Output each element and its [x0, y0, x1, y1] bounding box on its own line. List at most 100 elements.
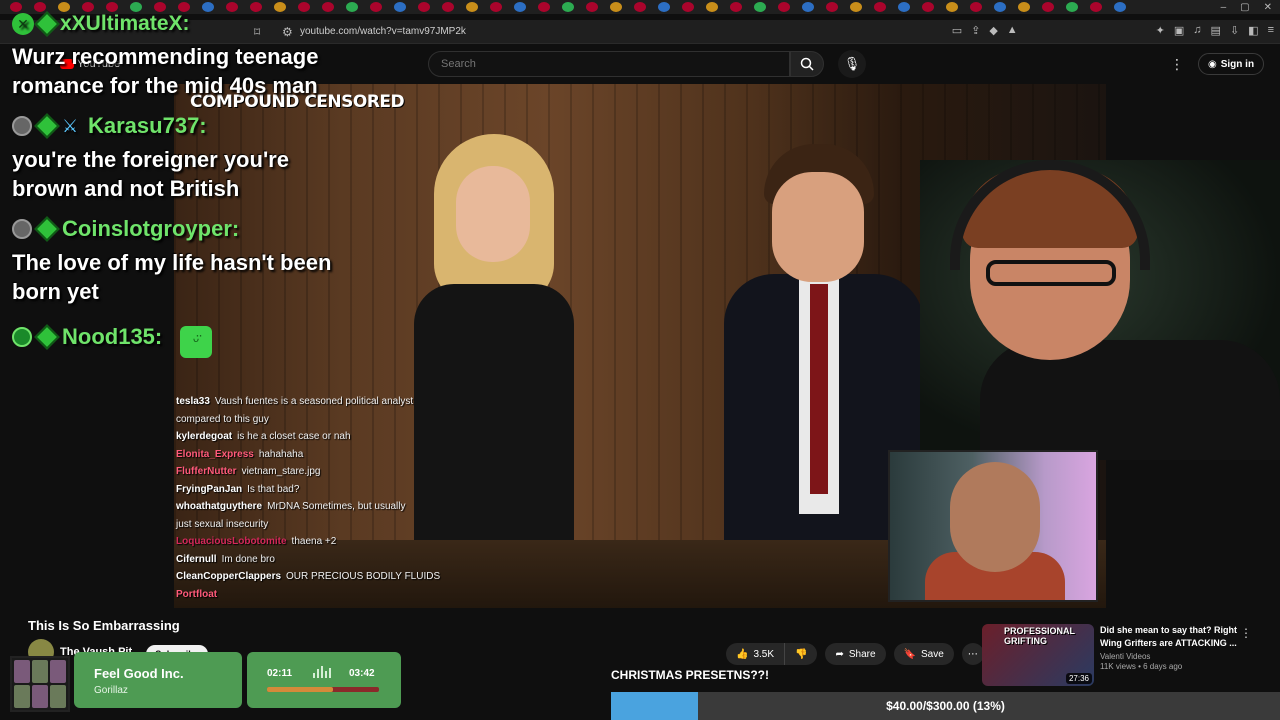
- tab[interactable]: [562, 2, 574, 12]
- tab[interactable]: [826, 2, 838, 12]
- tab[interactable]: [514, 2, 526, 12]
- tab[interactable]: [610, 2, 622, 12]
- music-icon[interactable]: ♫: [1193, 24, 1201, 37]
- tab[interactable]: [778, 2, 790, 12]
- tab[interactable]: [490, 2, 502, 12]
- dislike-button[interactable]: 👎: [784, 643, 818, 665]
- tab[interactable]: [802, 2, 814, 12]
- share-label: Share: [848, 648, 876, 660]
- tab[interactable]: [946, 2, 958, 12]
- tab[interactable]: [466, 2, 478, 12]
- small-chat-line: FlufferNutter vietnam_stare.jpg: [176, 466, 321, 477]
- tab[interactable]: [226, 2, 238, 12]
- shield-icon[interactable]: ◆: [989, 24, 997, 37]
- tab[interactable]: [34, 2, 46, 12]
- small-chat-line: Elonita_Express hahahaha: [176, 449, 303, 460]
- small-chat-username: CleanCopperClappers: [176, 571, 282, 582]
- tab[interactable]: [1042, 2, 1054, 12]
- tab[interactable]: [874, 2, 886, 12]
- wallet-icon[interactable]: ◧: [1248, 24, 1258, 37]
- chat-user-name: Coinslotgroyper:: [62, 216, 240, 241]
- url-field[interactable]: youtube.com/watch?v=tamv97JMP2k: [300, 26, 466, 37]
- small-chat-text: OUR PRECIOUS BODILY FLUIDS: [286, 571, 441, 582]
- menu-icon[interactable]: ≡: [1268, 24, 1274, 37]
- small-chat-username: FlufferNutter: [176, 466, 237, 477]
- tab[interactable]: [130, 2, 142, 12]
- tab[interactable]: [1066, 2, 1078, 12]
- maximize-button[interactable]: ▢: [1240, 2, 1249, 13]
- tab[interactable]: [202, 2, 214, 12]
- search-input[interactable]: [429, 52, 789, 76]
- tab[interactable]: [898, 2, 910, 12]
- sign-in-button[interactable]: ◉ Sign in: [1198, 53, 1265, 75]
- tab[interactable]: [706, 2, 718, 12]
- share-button[interactable]: ➦ Share: [825, 643, 886, 665]
- small-chat-line: tesla33 Vaush fuentes is a seasoned polit…: [176, 396, 413, 407]
- tab[interactable]: [658, 2, 670, 12]
- recommendation-title[interactable]: Did she mean to say that? Right Wing Gri…: [1100, 624, 1240, 650]
- tab[interactable]: [1114, 2, 1126, 12]
- tab[interactable]: [730, 2, 742, 12]
- small-chat-text: MrDNA Sometimes, but usually: [267, 501, 406, 512]
- voice-search-button[interactable]: 🎙: [838, 50, 866, 78]
- tab[interactable]: [970, 2, 982, 12]
- tab[interactable]: [370, 2, 382, 12]
- share-icon[interactable]: ⇪: [971, 24, 980, 37]
- tab[interactable]: [178, 2, 190, 12]
- sidebar-icon[interactable]: ▤: [1211, 24, 1221, 37]
- tab[interactable]: [322, 2, 334, 12]
- like-button[interactable]: 👍 3.5K: [726, 643, 785, 665]
- tab[interactable]: [10, 2, 22, 12]
- tab[interactable]: [298, 2, 310, 12]
- tab[interactable]: [634, 2, 646, 12]
- recommendation-thumbnail[interactable]: PROFESSIONAL GRIFTING 27:36: [982, 624, 1094, 686]
- video-title: This Is So Embarrassing: [28, 618, 180, 633]
- tab[interactable]: [754, 2, 766, 12]
- tab[interactable]: [1090, 2, 1102, 12]
- recommendation-channel[interactable]: Valenti Videos: [1100, 652, 1240, 661]
- extensions-icon[interactable]: ✦: [1156, 24, 1165, 37]
- recommendation-menu-button[interactable]: ⋮: [1240, 626, 1252, 640]
- heart-badge-icon: [12, 327, 32, 347]
- bookmark-icon[interactable]: ⌑: [254, 25, 260, 39]
- tab[interactable]: [442, 2, 454, 12]
- tab[interactable]: [106, 2, 118, 12]
- save-button[interactable]: 🔖 Save: [893, 643, 954, 665]
- tab[interactable]: [58, 2, 70, 12]
- download-icon[interactable]: ⇩: [1230, 24, 1239, 37]
- equalizer-icon: [313, 666, 331, 678]
- minimize-button[interactable]: –: [1221, 2, 1227, 13]
- chat-username-4: Nood135:: [12, 324, 162, 350]
- tab[interactable]: [538, 2, 550, 12]
- close-window-button[interactable]: ✕: [1264, 2, 1272, 13]
- tab[interactable]: [994, 2, 1006, 12]
- tab[interactable]: [346, 2, 358, 12]
- diamond-badge-icon: [34, 216, 60, 242]
- tab[interactable]: [1018, 2, 1030, 12]
- warning-icon[interactable]: ▲: [1007, 24, 1018, 37]
- more-actions-button[interactable]: ⋯: [961, 643, 984, 665]
- tab[interactable]: [250, 2, 262, 12]
- tab[interactable]: [922, 2, 934, 12]
- screenshot-icon[interactable]: ▣: [1174, 24, 1184, 37]
- small-chat-line: Portfloat: [176, 589, 222, 600]
- small-chat-line: just sexual insecurity: [176, 519, 268, 530]
- green-face-emote-icon: ᵕ̈: [180, 326, 212, 358]
- settings-menu-button[interactable]: ⋮: [1170, 56, 1184, 73]
- tab[interactable]: [82, 2, 94, 12]
- tab[interactable]: [418, 2, 430, 12]
- streamer-webcam: [920, 160, 1280, 460]
- thumbs-down-icon: 👎: [795, 648, 808, 660]
- tab[interactable]: [274, 2, 286, 12]
- recommendation-info[interactable]: Did she mean to say that? Right Wing Gri…: [1100, 624, 1240, 671]
- tab[interactable]: [682, 2, 694, 12]
- site-info-icon[interactable]: ⚙: [282, 25, 293, 39]
- tab[interactable]: [154, 2, 166, 12]
- search-button[interactable]: [790, 51, 824, 77]
- tab[interactable]: [850, 2, 862, 12]
- cast-icon[interactable]: ▭: [952, 24, 962, 37]
- microphone-icon: 🎙: [843, 56, 861, 71]
- chat-username-2: ⚔ Karasu737:: [12, 113, 207, 139]
- tab[interactable]: [394, 2, 406, 12]
- tab[interactable]: [586, 2, 598, 12]
